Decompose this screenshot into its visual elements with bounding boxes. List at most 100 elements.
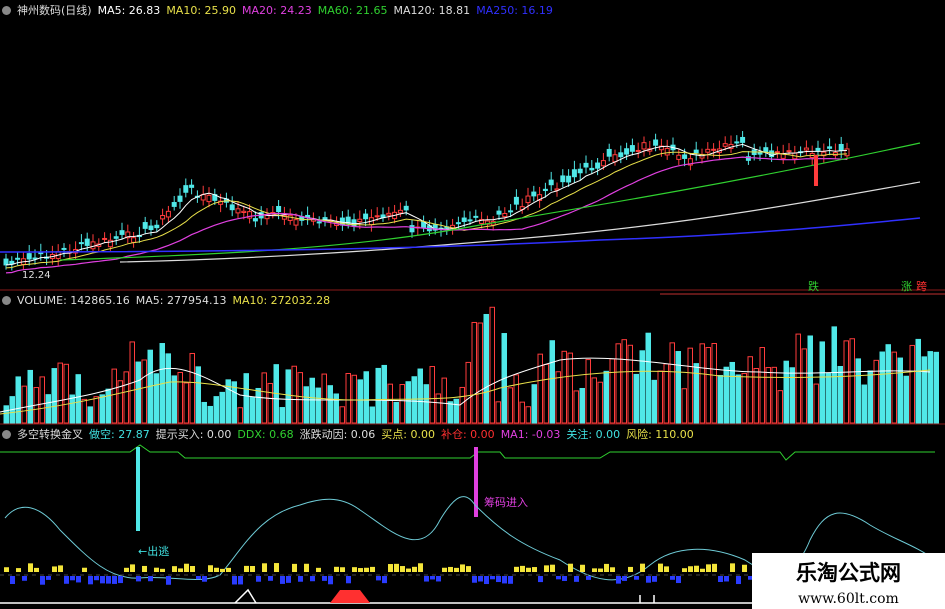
candle-body bbox=[589, 167, 595, 171]
signal-block bbox=[592, 568, 597, 572]
volume-bar bbox=[519, 401, 525, 424]
volume-bar bbox=[183, 382, 189, 424]
candle-body bbox=[229, 204, 235, 211]
candle-body bbox=[78, 242, 84, 245]
candle-body bbox=[38, 252, 44, 255]
signal-block bbox=[232, 576, 237, 585]
volume-bar bbox=[495, 401, 501, 424]
volume-bar bbox=[21, 385, 27, 424]
volume-bar bbox=[843, 340, 849, 424]
signal-block bbox=[628, 566, 633, 572]
ddx-line bbox=[0, 444, 935, 461]
candle-body bbox=[693, 149, 699, 154]
volume-bar bbox=[663, 363, 669, 424]
risk-marker bbox=[234, 588, 257, 604]
volume-bar bbox=[747, 356, 753, 424]
signal-block bbox=[742, 564, 747, 572]
stock-chart-canvas[interactable] bbox=[0, 0, 945, 609]
candle-body bbox=[774, 151, 780, 154]
volume-bar bbox=[171, 375, 177, 424]
volume-bar bbox=[915, 338, 921, 424]
signal-block bbox=[508, 576, 513, 584]
signal-block bbox=[298, 576, 303, 582]
candle-body bbox=[566, 175, 572, 183]
volume-bar bbox=[81, 398, 87, 424]
signal-block bbox=[568, 563, 573, 572]
signal-block bbox=[526, 567, 531, 572]
signal-block bbox=[718, 576, 723, 583]
signal-block bbox=[574, 576, 579, 582]
candle-body bbox=[409, 225, 415, 233]
volume-bar bbox=[561, 350, 567, 424]
signal-block bbox=[682, 568, 687, 572]
signal-block bbox=[400, 566, 405, 572]
candle-body bbox=[183, 185, 189, 193]
signal-block bbox=[208, 565, 213, 572]
volume-bar bbox=[291, 365, 297, 424]
signal-block bbox=[640, 563, 645, 572]
candle-body bbox=[467, 219, 473, 222]
candle-body bbox=[171, 202, 177, 207]
volume-bar bbox=[777, 390, 783, 424]
signal-block bbox=[430, 576, 435, 580]
signal-block bbox=[292, 563, 297, 572]
volume-bar bbox=[531, 384, 537, 424]
signal-block bbox=[544, 565, 549, 572]
signal-block bbox=[238, 576, 243, 585]
signal-block bbox=[76, 576, 81, 583]
volume-bar bbox=[909, 344, 915, 424]
volume-bar bbox=[315, 387, 321, 424]
candle-body bbox=[531, 191, 537, 197]
candle-body bbox=[722, 143, 728, 147]
volume-bar bbox=[717, 374, 723, 424]
volume-bar bbox=[621, 339, 627, 424]
signal-block bbox=[616, 576, 621, 584]
signal-block bbox=[268, 576, 273, 581]
volume-bar bbox=[363, 371, 369, 424]
signal-block bbox=[412, 566, 417, 572]
volume-bar bbox=[75, 374, 81, 424]
volume-bar bbox=[63, 363, 69, 424]
signal-block bbox=[448, 566, 453, 572]
volume-bar bbox=[483, 313, 489, 424]
signal-block bbox=[532, 567, 537, 572]
signal-block bbox=[622, 576, 627, 581]
signal-block bbox=[256, 576, 261, 582]
signal-block bbox=[364, 567, 369, 572]
signal-block bbox=[562, 576, 567, 581]
signal-block bbox=[736, 576, 741, 585]
volume-bar bbox=[405, 381, 411, 424]
signal-block bbox=[250, 566, 255, 572]
signal-block bbox=[382, 576, 387, 584]
volume-bar bbox=[135, 361, 141, 424]
signal-block bbox=[406, 568, 411, 572]
signal-block bbox=[454, 567, 459, 572]
candle-body bbox=[600, 160, 606, 167]
signal-block bbox=[16, 568, 21, 572]
candle-body bbox=[397, 209, 403, 214]
signal-block bbox=[424, 576, 429, 582]
volume-bar bbox=[831, 326, 837, 424]
volume-bar bbox=[219, 391, 225, 424]
volume-bar bbox=[351, 374, 357, 424]
candle-body bbox=[403, 205, 409, 211]
signal-block bbox=[46, 576, 51, 580]
candle-body bbox=[189, 184, 195, 188]
volume-bar bbox=[177, 371, 183, 424]
volume-bar bbox=[375, 367, 381, 424]
volume-bar bbox=[867, 370, 873, 424]
volume-bar bbox=[525, 406, 531, 424]
candle-body bbox=[206, 194, 212, 203]
volume-bar bbox=[765, 367, 771, 424]
enter-signal-label: 筹码进入 bbox=[484, 496, 528, 509]
volume-bar bbox=[879, 351, 885, 424]
volume-bar bbox=[669, 342, 675, 424]
signal-block bbox=[118, 576, 123, 584]
candle-body bbox=[357, 218, 363, 223]
volume-bar bbox=[369, 406, 375, 424]
signal-block bbox=[94, 576, 99, 581]
signal-block bbox=[670, 576, 675, 580]
volume-bar bbox=[543, 363, 549, 424]
candle-body bbox=[374, 215, 380, 218]
signal-block bbox=[334, 566, 339, 572]
